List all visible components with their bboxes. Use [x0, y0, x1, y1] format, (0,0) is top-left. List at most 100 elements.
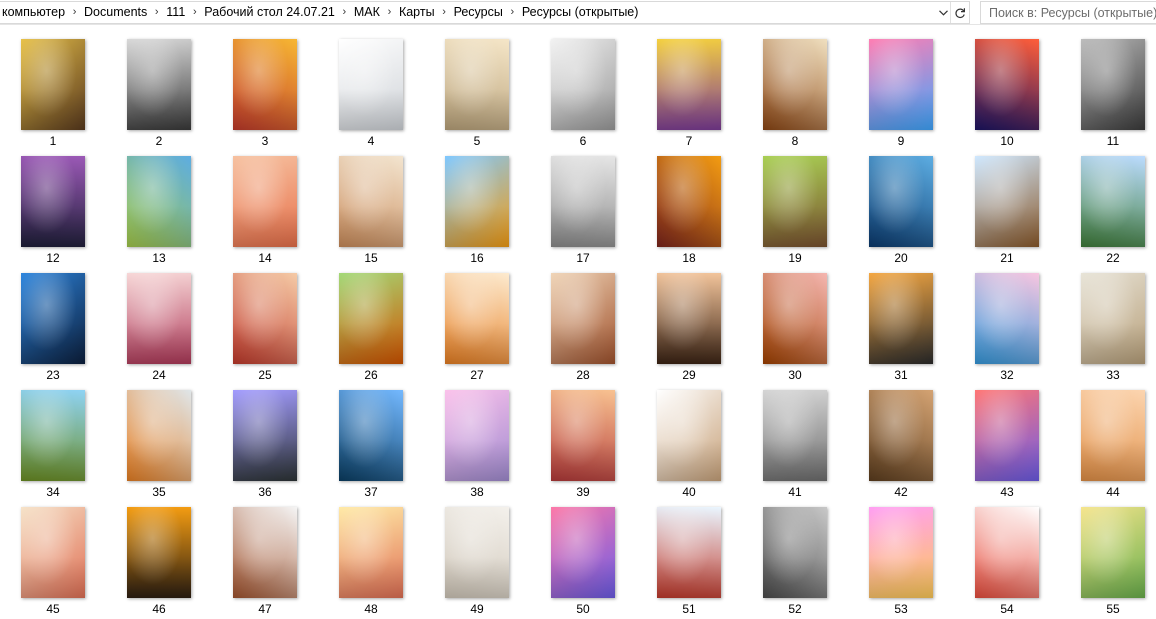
file-item[interactable]: 11	[1060, 25, 1156, 148]
file-item[interactable]: 54	[954, 493, 1060, 616]
file-thumbnail	[869, 507, 933, 598]
file-item[interactable]: 43	[954, 376, 1060, 499]
file-thumbnail	[445, 273, 509, 364]
file-item[interactable]: 39	[530, 376, 636, 499]
chevron-right-icon[interactable]: ›	[149, 2, 164, 23]
file-item[interactable]: 51	[636, 493, 742, 616]
file-item[interactable]: 49	[424, 493, 530, 616]
file-thumbnail	[763, 507, 827, 598]
file-name: 53	[894, 602, 908, 616]
file-thumbnail	[763, 156, 827, 247]
file-item[interactable]: 26	[318, 259, 424, 382]
file-item[interactable]: 37	[318, 376, 424, 499]
file-item[interactable]: 33	[1060, 259, 1156, 382]
file-thumbnail	[657, 39, 721, 130]
file-thumbnail	[763, 390, 827, 481]
file-item[interactable]: 4	[318, 25, 424, 148]
file-item[interactable]: 30	[742, 259, 848, 382]
file-item[interactable]: 27	[424, 259, 530, 382]
file-item[interactable]: 7	[636, 25, 742, 148]
breadcrumb-item[interactable]: МАК	[352, 2, 382, 23]
chevron-right-icon[interactable]: ›	[505, 2, 520, 23]
file-thumbnail	[339, 156, 403, 247]
file-item[interactable]: 5	[424, 25, 530, 148]
search-input[interactable]	[981, 2, 1156, 23]
breadcrumb-item[interactable]: 111	[164, 2, 187, 23]
file-item[interactable]: 20	[848, 142, 954, 265]
chevron-right-icon[interactable]: ›	[437, 2, 452, 23]
file-item[interactable]: 12	[0, 142, 106, 265]
file-item[interactable]: 13	[106, 142, 212, 265]
file-item[interactable]: 15	[318, 142, 424, 265]
chevron-right-icon[interactable]: ›	[382, 2, 397, 23]
file-item[interactable]: 25	[212, 259, 318, 382]
breadcrumb-item[interactable]: Рабочий стол 24.07.21	[202, 2, 337, 23]
file-thumbnail	[657, 273, 721, 364]
file-thumbnail	[21, 156, 85, 247]
breadcrumb-item[interactable]: Карты	[397, 2, 437, 23]
breadcrumb-item[interactable]: компьютер	[0, 2, 67, 23]
file-thumbnail	[127, 273, 191, 364]
file-item[interactable]: 24	[106, 259, 212, 382]
file-item[interactable]: 22	[1060, 142, 1156, 265]
refresh-icon[interactable]	[950, 2, 969, 23]
file-thumbnail	[551, 507, 615, 598]
file-item[interactable]: 31	[848, 259, 954, 382]
file-item[interactable]: 40	[636, 376, 742, 499]
file-item[interactable]: 45	[0, 493, 106, 616]
file-name: 51	[682, 602, 696, 616]
file-thumbnail	[1081, 39, 1145, 130]
chevron-down-icon[interactable]	[935, 2, 950, 23]
breadcrumb-item[interactable]: Ресурсы (открытые)	[520, 2, 641, 23]
chevron-right-icon[interactable]: ›	[187, 2, 202, 23]
file-item[interactable]: 23	[0, 259, 106, 382]
file-item[interactable]: 38	[424, 376, 530, 499]
file-item[interactable]: 16	[424, 142, 530, 265]
file-item[interactable]: 52	[742, 493, 848, 616]
file-item[interactable]: 36	[212, 376, 318, 499]
file-thumbnail	[127, 156, 191, 247]
file-thumbnail	[869, 156, 933, 247]
chevron-right-icon[interactable]: ›	[337, 2, 352, 23]
file-item[interactable]: 35	[106, 376, 212, 499]
file-item[interactable]: 9	[848, 25, 954, 148]
file-thumbnail	[127, 39, 191, 130]
file-item[interactable]: 18	[636, 142, 742, 265]
file-thumbnail	[233, 156, 297, 247]
file-item[interactable]: 8	[742, 25, 848, 148]
breadcrumb-item[interactable]: Documents	[82, 2, 149, 23]
file-item[interactable]: 47	[212, 493, 318, 616]
file-thumbnail	[127, 507, 191, 598]
file-thumbnail	[339, 39, 403, 130]
file-thumbnail	[21, 390, 85, 481]
file-item[interactable]: 50	[530, 493, 636, 616]
file-item[interactable]: 55	[1060, 493, 1156, 616]
file-thumbnail	[869, 390, 933, 481]
file-item[interactable]: 17	[530, 142, 636, 265]
file-item[interactable]: 32	[954, 259, 1060, 382]
file-item[interactable]: 29	[636, 259, 742, 382]
file-item[interactable]: 21	[954, 142, 1060, 265]
file-item[interactable]: 42	[848, 376, 954, 499]
file-item[interactable]: 14	[212, 142, 318, 265]
file-thumbnail	[233, 39, 297, 130]
file-item[interactable]: 3	[212, 25, 318, 148]
file-item[interactable]: 1	[0, 25, 106, 148]
file-item[interactable]: 28	[530, 259, 636, 382]
file-name: 47	[258, 602, 272, 616]
file-item[interactable]: 41	[742, 376, 848, 499]
file-item[interactable]: 46	[106, 493, 212, 616]
chevron-right-icon[interactable]: ›	[67, 2, 82, 23]
file-thumbnail	[975, 507, 1039, 598]
file-item[interactable]: 2	[106, 25, 212, 148]
file-item[interactable]: 48	[318, 493, 424, 616]
file-item[interactable]: 44	[1060, 376, 1156, 499]
file-item[interactable]: 53	[848, 493, 954, 616]
file-item[interactable]: 6	[530, 25, 636, 148]
file-thumbnail	[339, 507, 403, 598]
file-item[interactable]: 34	[0, 376, 106, 499]
breadcrumb-item[interactable]: Ресурсы	[452, 2, 505, 23]
address-bar[interactable]: компьютер › Documents › 111 › Рабочий стол 24.…	[0, 1, 970, 24]
file-item[interactable]: 10	[954, 25, 1060, 148]
file-item[interactable]: 19	[742, 142, 848, 265]
